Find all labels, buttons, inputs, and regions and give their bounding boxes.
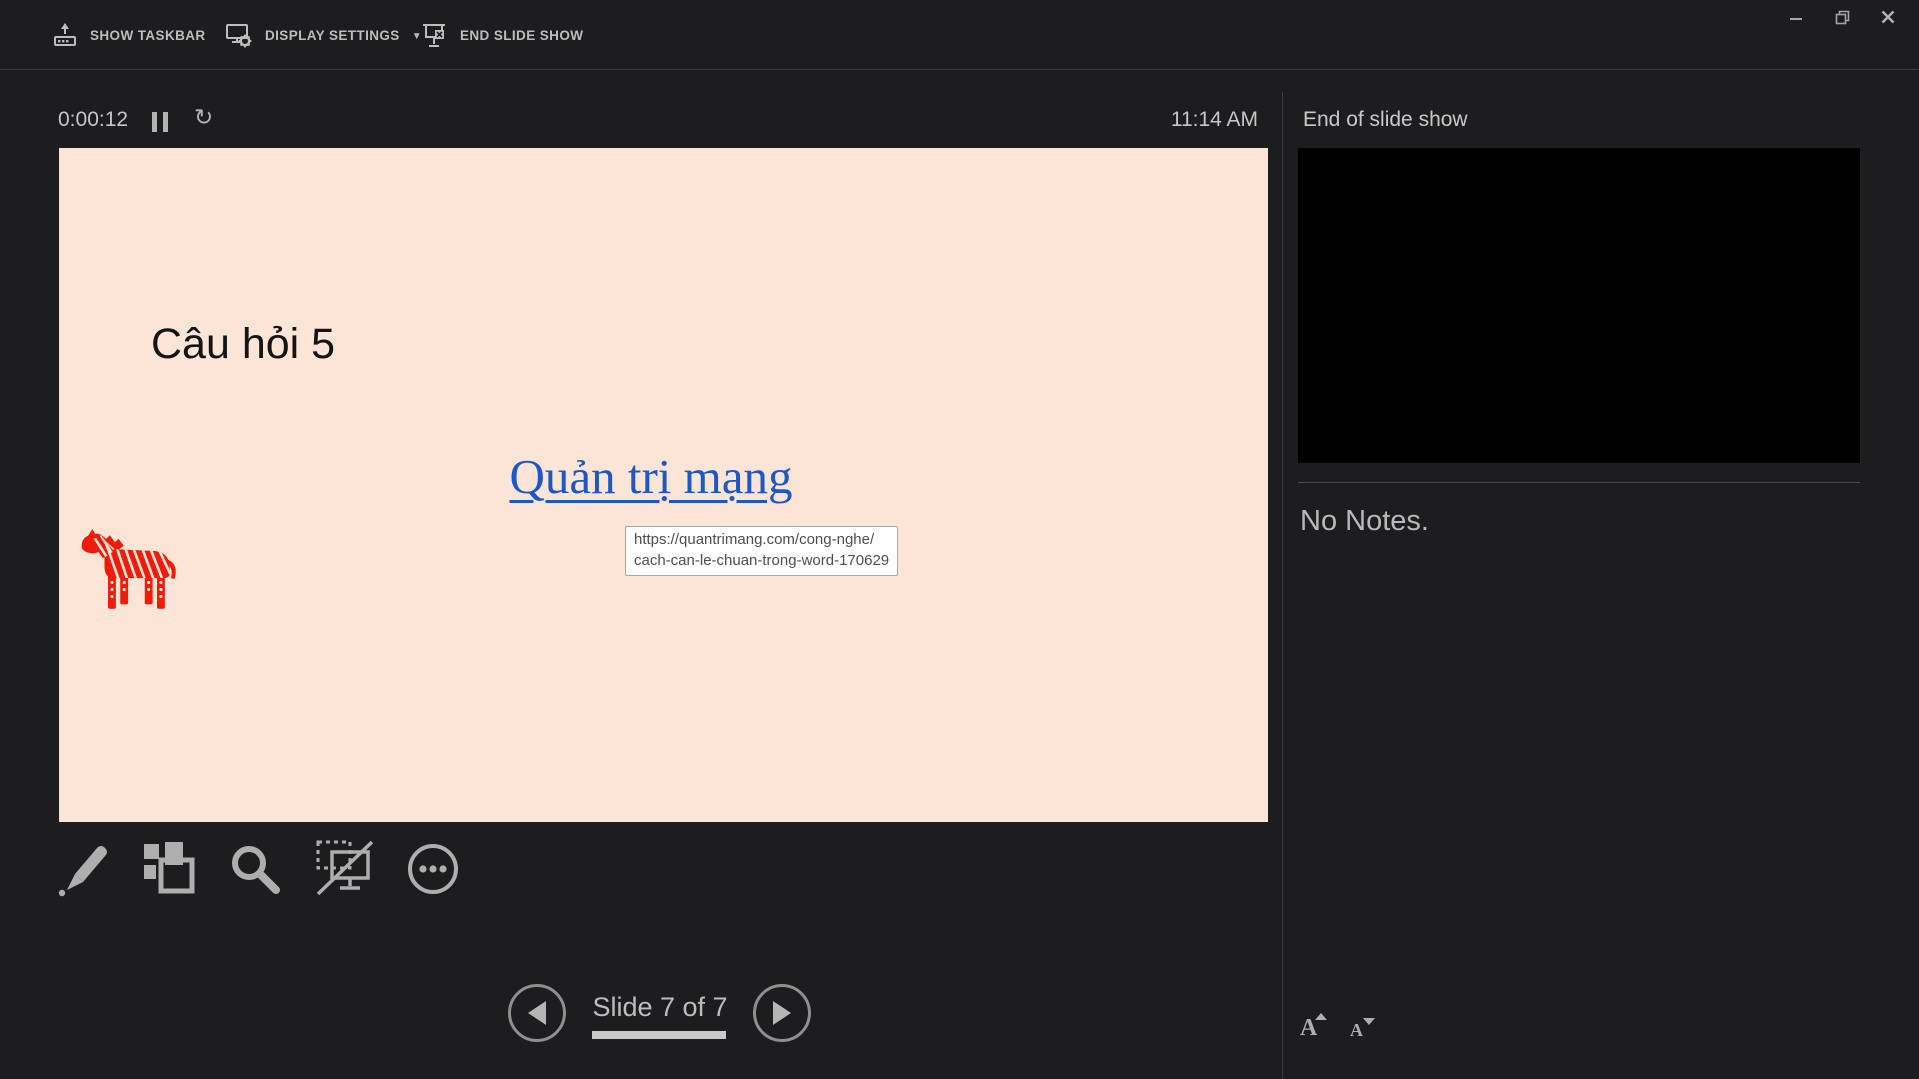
restore-icon: [1835, 10, 1849, 24]
hyperlink-url-tooltip: https://quantrimang.com/cong-nghe/ cach-…: [625, 526, 899, 576]
triangle-down-icon: [1363, 1018, 1375, 1025]
notes-text: No Notes.: [1300, 505, 1429, 537]
slide-title: Câu hỏi 5: [151, 320, 336, 368]
display-settings-label: DISPLAY SETTINGS: [265, 27, 400, 43]
display-settings-icon: [225, 21, 253, 49]
notes-divider: [1298, 482, 1860, 483]
next-arrow-icon: [773, 1001, 791, 1025]
magnifier-icon: [232, 846, 280, 894]
slide-hyperlink[interactable]: Quản trị mạng: [509, 448, 792, 505]
end-slide-show-label: END SLIDE SHOW: [460, 27, 584, 43]
ellipsis-icon: [408, 844, 458, 894]
restart-timer-button[interactable]: ↻: [194, 104, 213, 131]
end-slide-show-button[interactable]: END SLIDE SHOW: [420, 0, 583, 70]
restart-icon: ↻: [194, 104, 214, 130]
previous-arrow-icon: [528, 1001, 546, 1025]
show-taskbar-button[interactable]: SHOW TASKBAR: [52, 0, 206, 70]
tooltip-line1: https://quantrimang.com/cong-nghe/: [634, 531, 875, 548]
display-settings-button[interactable]: DISPLAY SETTINGS ▼: [225, 0, 422, 70]
slide-counter: Slide 7 of 7: [592, 992, 728, 1022]
black-screen-toggle-button[interactable]: [316, 836, 374, 902]
end-slide-show-icon: [420, 21, 448, 49]
see-all-slides-icon: [144, 842, 195, 894]
top-toolbar: SHOW TASKBAR DISPLAY SETTINGS ▼ END SLID…: [0, 0, 1919, 70]
slideshow-progress-bar: [592, 1031, 726, 1039]
zoom-into-slide-button[interactable]: [226, 836, 284, 902]
presenter-view-window: SHOW TASKBAR DISPLAY SETTINGS ▼ END SLID…: [0, 0, 1919, 1079]
more-options-button[interactable]: [404, 836, 462, 902]
triangle-up-icon: [1315, 1013, 1328, 1020]
next-slide-header: End of slide show: [1303, 108, 1468, 131]
next-slide-button[interactable]: [753, 984, 811, 1042]
minimize-button[interactable]: [1773, 0, 1819, 34]
pause-timer-button[interactable]: [152, 112, 174, 132]
see-all-slides-button[interactable]: [140, 836, 198, 902]
current-time: 11:14 AM: [1170, 108, 1258, 131]
close-icon: [1881, 10, 1895, 24]
current-slide-canvas[interactable]: Câu hỏi 5 Quản trị mạng https://quantrim…: [59, 148, 1268, 822]
previous-slide-button[interactable]: [508, 984, 566, 1042]
window-controls: [1773, 0, 1911, 34]
show-taskbar-label: SHOW TASKBAR: [90, 27, 206, 43]
pen-tool-button[interactable]: [52, 836, 110, 902]
close-button[interactable]: [1865, 0, 1911, 34]
slide-timer: 0:00:12: [58, 108, 129, 131]
black-screen-icon: [316, 840, 374, 896]
pause-icon: [152, 112, 157, 132]
show-taskbar-icon: [52, 22, 78, 48]
progress-fill: [592, 1031, 726, 1039]
pen-icon: [58, 846, 107, 897]
panel-divider-vertical: [1282, 92, 1283, 1079]
minimize-icon: [1790, 18, 1802, 20]
next-slide-preview[interactable]: [1298, 148, 1860, 463]
increase-notes-font-button[interactable]: A: [1300, 1013, 1328, 1042]
restore-button[interactable]: [1819, 0, 1865, 34]
zebra-clipart-image: [80, 528, 185, 621]
decrease-notes-font-button[interactable]: A: [1350, 1018, 1375, 1041]
tooltip-line2: cach-can-le-chuan-trong-word-170629: [634, 552, 890, 569]
